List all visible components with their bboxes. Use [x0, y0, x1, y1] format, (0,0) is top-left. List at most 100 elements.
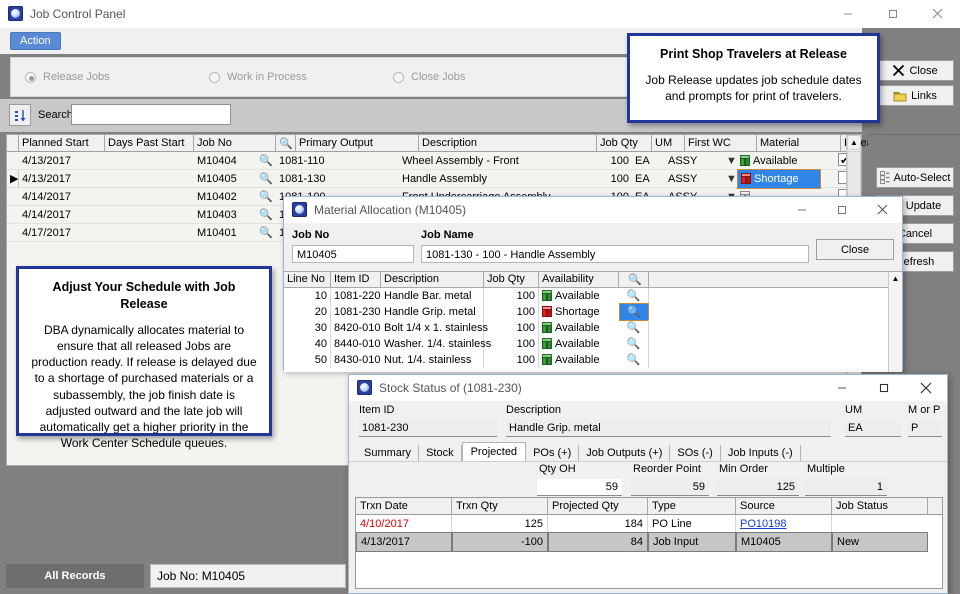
material-grid-scrollbar[interactable]: ▲ [888, 272, 902, 372]
radio-close-jobs[interactable]: Close Jobs [393, 71, 465, 83]
maximize-icon[interactable] [863, 375, 905, 400]
row-search-icon[interactable]: 🔍 [619, 336, 649, 352]
cell-trxn-qty: -100 [452, 532, 548, 552]
tab-stock[interactable]: Stock [419, 445, 462, 462]
availability-label: Available [555, 322, 600, 334]
col-job-no[interactable]: Job No [194, 135, 276, 151]
tab-summary[interactable]: Summary [357, 445, 420, 462]
col-trxn-date[interactable]: Trxn Date [356, 498, 452, 514]
table-row[interactable]: 10 1081-220 Handle Bar. metal 100 Availa… [284, 288, 902, 304]
search-input[interactable] [71, 104, 231, 125]
table-row[interactable]: 30 8420-010 Bolt 1/4 x 1. stainless 100 … [284, 320, 902, 336]
ma-close-button[interactable]: Close [816, 239, 894, 260]
table-row[interactable]: ▶ 4/13/2017 M10405 🔍 1081-130 Handle Ass… [7, 168, 861, 189]
col-item-id[interactable]: Item ID [331, 272, 381, 287]
button-label: Links [911, 89, 937, 102]
row-search-icon[interactable]: 🔍 [256, 224, 276, 242]
maximize-icon[interactable] [822, 197, 862, 222]
job-no-field[interactable]: M10405 [292, 245, 414, 263]
qty-oh-label: Qty OH [539, 463, 576, 475]
row-search-icon[interactable]: 🔍 [619, 320, 649, 336]
tab-job-outputs[interactable]: Job Outputs (+) [579, 445, 671, 462]
radio-work-in-process[interactable]: Work in Process [209, 71, 307, 83]
row-search-icon[interactable]: 🔍 [256, 206, 276, 224]
job-no-label: Job No [292, 229, 330, 241]
row-marker-header [7, 135, 19, 151]
col-availability[interactable]: Availability [539, 272, 619, 287]
cube-green-icon [542, 290, 552, 301]
col-description[interactable]: Description [381, 272, 484, 287]
tab-sos[interactable]: SOs (-) [670, 445, 721, 462]
row-search-icon[interactable]: 🔍 [619, 288, 649, 304]
item-id-label: Item ID [359, 404, 395, 416]
col-um[interactable]: UM [652, 135, 685, 151]
radio-label: Work in Process [227, 71, 307, 83]
col-material[interactable]: Material [757, 135, 841, 151]
table-row[interactable]: 50 8430-010 Nut. 1/4. stainless 100 Avai… [284, 352, 902, 368]
window-title: Job Control Panel [30, 6, 126, 21]
col-first-wc[interactable]: First WC [685, 135, 757, 151]
maximize-icon[interactable] [870, 0, 915, 27]
tab-projected[interactable]: Projected [461, 442, 527, 463]
source-link[interactable]: PO10198 [740, 518, 786, 530]
scrollbar-thumb[interactable] [847, 151, 861, 199]
col-projected-qty[interactable]: Projected Qty [548, 498, 648, 514]
row-search-icon[interactable]: 🔍 [256, 170, 276, 188]
action-menu-button[interactable]: Action [10, 32, 61, 50]
table-row[interactable]: 4/10/2017 125 184 PO Line PO10198 [356, 515, 942, 533]
row-search-icon[interactable]: 🔍 [619, 352, 649, 368]
radio-release-jobs[interactable]: Release Jobs [25, 71, 110, 83]
cell-um: EA [635, 154, 650, 167]
close-icon[interactable] [915, 0, 960, 27]
minimize-icon[interactable] [821, 375, 863, 400]
cell-um: EA [635, 172, 650, 185]
col-job-status[interactable]: Job Status [832, 498, 928, 514]
col-days-past-start[interactable]: Days Past Start [105, 135, 194, 151]
tab-job-inputs[interactable]: Job Inputs (-) [721, 445, 801, 462]
cell-source[interactable]: PO10198 [736, 515, 832, 533]
col-job-qty[interactable]: Job Qty [597, 135, 652, 151]
row-search-icon[interactable]: 🔍 [256, 188, 276, 206]
col-type[interactable]: Type [648, 498, 736, 514]
table-row[interactable]: 40 8440-010 Washer. 1/4. stainless 100 A… [284, 336, 902, 352]
col-planned-start[interactable]: Planned Start [19, 135, 105, 151]
radio-dot-icon [209, 71, 220, 83]
close-icon[interactable] [862, 197, 902, 222]
close-button[interactable]: Close [876, 60, 954, 81]
scroll-up-icon[interactable]: ▲ [889, 272, 902, 286]
minimize-icon[interactable] [825, 0, 870, 27]
table-row[interactable]: 4/13/2017 -100 84 Job Input M10405 New [356, 532, 942, 552]
item-id-value: 1081-230 [359, 420, 497, 437]
row-search-icon[interactable]: 🔍 [256, 152, 276, 170]
sort-icon[interactable] [9, 104, 31, 126]
col-job-qty[interactable]: Job Qty [484, 272, 539, 287]
scroll-up-icon[interactable]: ▲ [847, 135, 861, 150]
col-line-no[interactable]: Line No [284, 272, 331, 287]
links-button[interactable]: Links [876, 85, 954, 106]
col-primary-output[interactable]: Primary Output [296, 135, 419, 151]
job-name-field[interactable]: 1081-130 - 100 - Handle Assembly [421, 245, 809, 263]
table-row[interactable]: 20 1081-230 Handle Grip. metal 100 Short… [284, 303, 902, 321]
folder-icon [893, 91, 907, 101]
table-row[interactable]: 4/13/2017 M10404 🔍 1081-110 Wheel Assemb… [7, 152, 861, 170]
col-source[interactable]: Source [736, 498, 832, 514]
col-trxn-qty[interactable]: Trxn Qty [452, 498, 548, 514]
row-search-icon[interactable]: 🔍 [619, 303, 649, 321]
col-description[interactable]: Description [419, 135, 597, 151]
cell-description: Handle Grip. metal [381, 304, 484, 320]
auto-select-button[interactable]: Auto-Select [876, 167, 954, 188]
all-records-label[interactable]: All Records [6, 564, 144, 588]
chevron-down-icon[interactable]: ▼ [723, 170, 737, 188]
qty-oh-value[interactable]: 59 [537, 479, 622, 496]
close-icon[interactable] [905, 375, 947, 400]
material-status-label: Shortage [754, 172, 799, 185]
cell-job-status: New [832, 532, 928, 552]
window-title: Material Allocation (M10405) [314, 202, 467, 217]
status-job-no: Job No: M10405 [150, 564, 346, 588]
minimize-icon[interactable] [782, 197, 822, 222]
cell-line-no: 50 [284, 352, 331, 368]
cell-type: PO Line [648, 515, 736, 533]
cell-material[interactable]: Shortage [737, 168, 821, 189]
chevron-down-icon[interactable]: ▼ [723, 152, 737, 170]
tab-pos[interactable]: POs (+) [526, 445, 580, 462]
